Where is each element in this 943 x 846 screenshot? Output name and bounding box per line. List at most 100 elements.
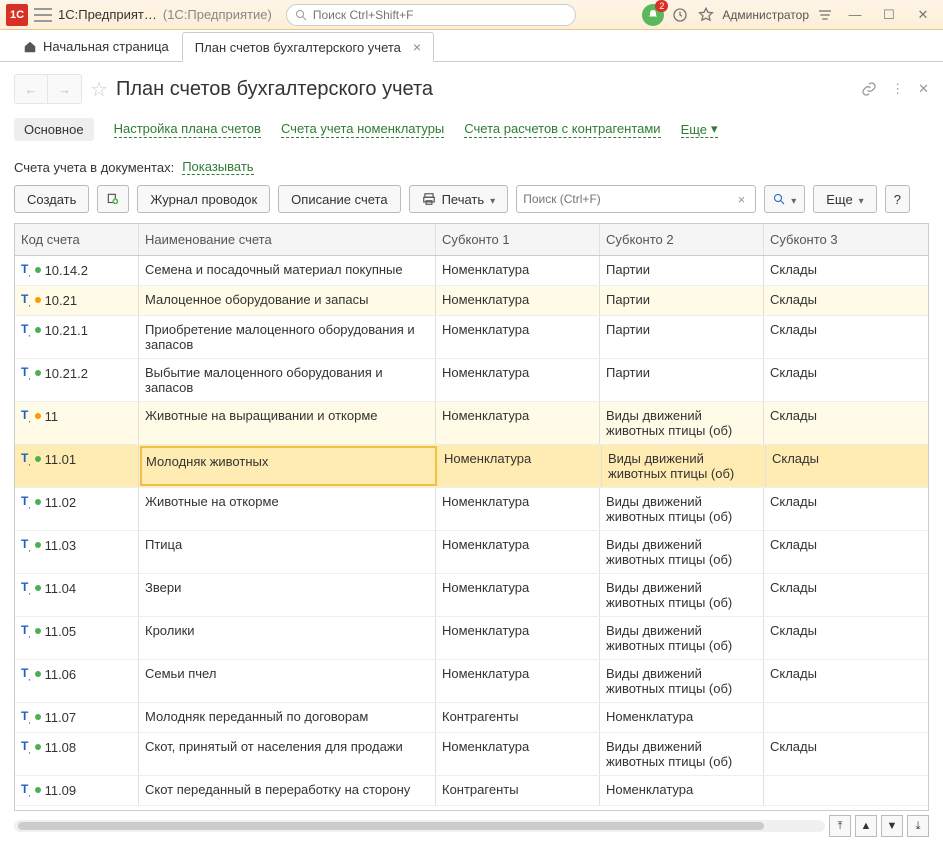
nav-back-button[interactable]: ← bbox=[14, 74, 48, 104]
cell-subconto3: Склады bbox=[766, 445, 928, 487]
table-row[interactable]: T.11.05КроликиНоменклатураВиды движений … bbox=[15, 617, 928, 660]
cell-subconto1: Контрагенты bbox=[436, 703, 600, 732]
cell-subconto1: Номенклатура bbox=[436, 488, 600, 530]
notifications-button[interactable]: 2 bbox=[642, 4, 664, 26]
create-copy-button[interactable] bbox=[97, 185, 129, 213]
subnav-plan-settings[interactable]: Настройка плана счетов bbox=[114, 121, 261, 138]
app-title: 1С:Предприят… bbox=[58, 7, 157, 22]
col-subconto2[interactable]: Субконто 2 bbox=[600, 224, 764, 255]
user-label[interactable]: Администратор bbox=[722, 8, 809, 22]
favorite-star-icon[interactable]: ☆ bbox=[90, 77, 108, 102]
cell-subconto1: Номенклатура bbox=[436, 256, 600, 285]
table-row[interactable]: T.11Животные на выращивании и откормеНом… bbox=[15, 402, 928, 445]
subnav-more[interactable]: Еще ▾ bbox=[681, 121, 718, 138]
subnav-contragent-accounts[interactable]: Счета расчетов с контрагентами bbox=[464, 121, 660, 138]
cell-name: Выбытие малоценного оборудования и запас… bbox=[139, 359, 436, 401]
col-subconto3[interactable]: Субконто 3 bbox=[764, 224, 928, 255]
cell-subconto3: Склады bbox=[764, 316, 928, 358]
table-row[interactable]: T.11.08Скот, принятый от населения для п… bbox=[15, 733, 928, 776]
cell-name: Скот переданный в переработку на сторону bbox=[139, 776, 436, 805]
scroll-down-button[interactable]: ▼ bbox=[881, 815, 903, 837]
global-search-input[interactable] bbox=[313, 8, 567, 22]
tabs-bar: Начальная страница План счетов бухгалтер… bbox=[0, 30, 943, 62]
create-button[interactable]: Создать bbox=[14, 185, 89, 213]
cell-name: Семена и посадочный материал покупные bbox=[139, 256, 436, 285]
cell-subconto3: Склады bbox=[764, 488, 928, 530]
cell-subconto2: Виды движений животных птицы (об) bbox=[600, 660, 764, 702]
account-type-icon: T. bbox=[21, 782, 31, 798]
cell-subconto2: Виды движений животных птицы (об) bbox=[600, 733, 764, 775]
table-row[interactable]: T.11.09Скот переданный в переработку на … bbox=[15, 776, 928, 806]
cell-name: Птица bbox=[139, 531, 436, 573]
window-maximize[interactable]: ☐ bbox=[875, 5, 903, 25]
status-dot-icon bbox=[35, 542, 41, 548]
table-row[interactable]: T.11.03ПтицаНоменклатураВиды движений жи… bbox=[15, 531, 928, 574]
home-icon bbox=[23, 40, 37, 54]
journal-button[interactable]: Журнал проводок bbox=[137, 185, 270, 213]
table-row[interactable]: T.10.14.2Семена и посадочный материал по… bbox=[15, 256, 928, 286]
window-minimize[interactable]: — bbox=[841, 5, 869, 25]
table-row[interactable]: T.10.21.1Приобретение малоценного оборуд… bbox=[15, 316, 928, 359]
table-row[interactable]: T.11.02Животные на откормеНоменклатураВи… bbox=[15, 488, 928, 531]
table-row[interactable]: T.11.01Молодняк животныхНоменклатураВиды… bbox=[15, 445, 928, 488]
scroll-top-button[interactable]: ⤒ bbox=[829, 815, 851, 837]
scroll-bottom-button[interactable]: ⤓ bbox=[907, 815, 929, 837]
account-type-icon: T. bbox=[21, 262, 31, 278]
grid-body[interactable]: T.10.14.2Семена и посадочный материал по… bbox=[15, 256, 928, 810]
tab-chart-of-accounts[interactable]: План счетов бухгалтерского учета × bbox=[182, 32, 434, 62]
account-type-icon: T. bbox=[21, 623, 31, 639]
print-button[interactable]: Печать bbox=[409, 185, 509, 213]
col-subconto1[interactable]: Субконто 1 bbox=[436, 224, 600, 255]
help-button[interactable]: ? bbox=[885, 185, 910, 213]
page-close-icon[interactable]: ✕ bbox=[918, 81, 929, 97]
status-dot-icon bbox=[35, 628, 41, 634]
history-icon[interactable] bbox=[670, 5, 690, 25]
local-search[interactable]: × bbox=[516, 185, 756, 213]
table-row[interactable]: T.11.07Молодняк переданный по договорамК… bbox=[15, 703, 928, 733]
table-row[interactable]: T.10.21.2Выбытие малоценного оборудовани… bbox=[15, 359, 928, 402]
kebab-menu-icon[interactable]: ⋮ bbox=[891, 81, 904, 97]
cell-subconto3: Склады bbox=[764, 402, 928, 444]
tab-home[interactable]: Начальная страница bbox=[10, 32, 182, 61]
cell-subconto3 bbox=[764, 776, 928, 805]
more-button[interactable]: Еще bbox=[813, 185, 876, 213]
cell-subconto3 bbox=[764, 703, 928, 732]
cell-subconto1: Номенклатура bbox=[436, 286, 600, 315]
local-search-input[interactable] bbox=[523, 192, 733, 206]
search-advanced-button[interactable] bbox=[764, 185, 805, 213]
nav-forward-button[interactable]: → bbox=[48, 74, 82, 104]
col-name[interactable]: Наименование счета bbox=[139, 224, 436, 255]
docs-visibility-link[interactable]: Показывать bbox=[182, 159, 253, 175]
window-close[interactable]: ✕ bbox=[909, 5, 937, 25]
horizontal-scrollbar[interactable] bbox=[14, 820, 825, 832]
table-row[interactable]: T.11.06Семьи пчелНоменклатураВиды движен… bbox=[15, 660, 928, 703]
accounts-grid: Код счета Наименование счета Субконто 1 … bbox=[14, 223, 929, 811]
subnav-main[interactable]: Основное bbox=[14, 118, 94, 141]
col-code[interactable]: Код счета bbox=[15, 224, 139, 255]
account-type-icon: T. bbox=[21, 322, 31, 338]
settings-lines-icon[interactable] bbox=[815, 5, 835, 25]
status-dot-icon bbox=[35, 327, 41, 333]
cell-subconto2: Виды движений животных птицы (об) bbox=[600, 617, 764, 659]
table-row[interactable]: T.10.21Малоценное оборудование и запасыН… bbox=[15, 286, 928, 316]
link-icon[interactable] bbox=[861, 81, 877, 97]
page-title: План счетов бухгалтерского учета bbox=[116, 78, 853, 101]
subnav-nomenclature-accounts[interactable]: Счета учета номенклатуры bbox=[281, 121, 444, 138]
cell-subconto2: Виды движений животных птицы (об) bbox=[600, 402, 764, 444]
account-type-icon: T. bbox=[21, 408, 31, 424]
clear-search-icon[interactable]: × bbox=[734, 192, 750, 207]
tab-close-icon[interactable]: × bbox=[413, 39, 421, 55]
account-type-icon: T. bbox=[21, 739, 31, 755]
tab-active-label: План счетов бухгалтерского учета bbox=[195, 40, 401, 55]
status-dot-icon bbox=[35, 413, 41, 419]
favorites-icon[interactable] bbox=[696, 5, 716, 25]
table-row[interactable]: T.11.04ЗвериНоменклатураВиды движений жи… bbox=[15, 574, 928, 617]
account-type-icon: T. bbox=[21, 292, 31, 308]
cell-subconto2: Номенклатура bbox=[600, 703, 764, 732]
docs-visibility-line: Счета учета в документах: Показывать bbox=[0, 155, 943, 185]
global-search[interactable] bbox=[286, 4, 576, 26]
print-icon bbox=[422, 192, 436, 206]
scroll-up-button[interactable]: ▲ bbox=[855, 815, 877, 837]
main-menu-icon[interactable] bbox=[34, 8, 52, 22]
describe-account-button[interactable]: Описание счета bbox=[278, 185, 400, 213]
